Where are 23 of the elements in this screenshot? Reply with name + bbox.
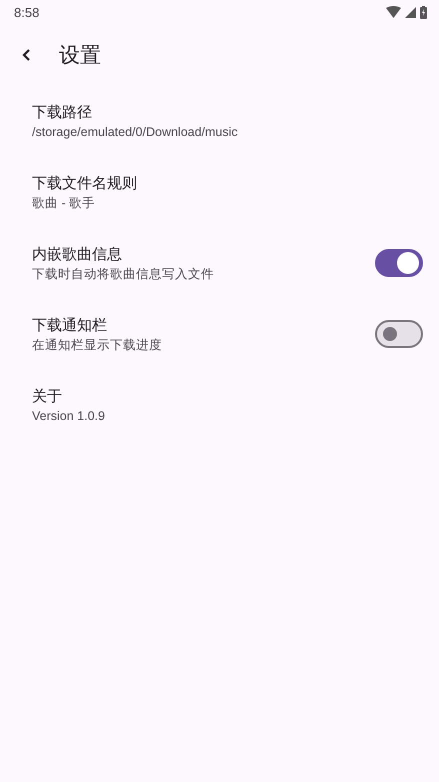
setting-title: 下载路径 <box>32 102 93 122</box>
setting-subtitle: 在通知栏显示下载进度 <box>32 336 162 354</box>
page-title: 设置 <box>59 42 101 68</box>
setting-subtitle: /storage/emulated/0/Download/music <box>32 124 238 140</box>
setting-title: 下载通知栏 <box>32 314 108 336</box>
settings-item[interactable]: 下载路径 /storage/emulated/0/Download/music <box>0 85 439 156</box>
signal-icon <box>405 6 416 18</box>
settings-item[interactable]: 下载文件名规则 歌曲 - 歌手 <box>0 156 439 227</box>
setting-title: 内嵌歌曲信息 <box>32 244 123 264</box>
settings-item[interactable]: 内嵌歌曲信息 下载时自动将歌曲信息写入文件 <box>0 227 439 298</box>
back-icon[interactable] <box>22 48 32 60</box>
setting-subtitle: 歌曲 - 歌手 <box>32 194 96 212</box>
toggle-switch[interactable] <box>375 320 423 348</box>
settings-item[interactable]: 下载通知栏 在通知栏显示下载进度 <box>0 298 439 369</box>
setting-subtitle: Version 1.0.9 <box>32 408 105 424</box>
setting-subtitle: 下载时自动将歌曲信息写入文件 <box>32 266 214 282</box>
settings-item[interactable]: 关于 Version 1.0.9 <box>0 369 439 440</box>
setting-title: 下载文件名规则 <box>32 172 137 194</box>
status-time: 8:58 <box>14 4 40 20</box>
setting-title: 关于 <box>32 386 63 406</box>
toggle-switch[interactable] <box>375 248 423 276</box>
battery-icon <box>420 6 427 18</box>
wifi-icon <box>386 6 401 18</box>
